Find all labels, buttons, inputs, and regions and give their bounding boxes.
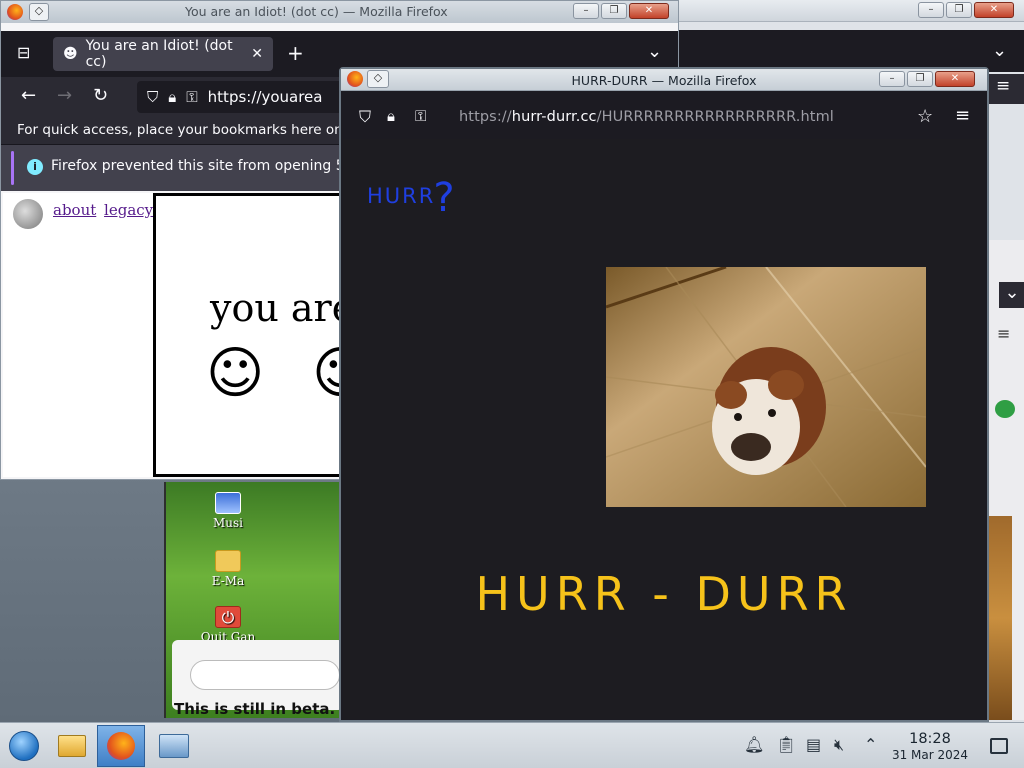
calendar-icon — [995, 400, 1015, 418]
shield-icon[interactable]: ⛉ — [147, 88, 158, 106]
forward-icon[interactable]: → — [57, 85, 72, 106]
bookmarks-hint: For quick access, place your bookmarks h… — [17, 122, 343, 138]
about-link[interactable]: about — [53, 201, 96, 219]
music-icon — [215, 492, 241, 514]
hurr-logo: HURR? — [367, 167, 459, 221]
window-titlebar[interactable]: ◇ HURR-DURR — Mozilla Firefox – ❐ ✕ — [341, 69, 987, 91]
lock-icon[interactable]: 🔒︎ — [387, 107, 395, 125]
tab-title: You are an Idiot! (dot cc) — [85, 38, 233, 70]
taskbar-system-settings[interactable] — [150, 725, 198, 767]
logo-question-mark: ? — [433, 175, 457, 221]
window-titlebar[interactable]: ◇ You are an Idiot! (dot cc) — Mozilla F… — [1, 1, 678, 23]
clipboard-icon[interactable]: 📋︎ — [776, 735, 796, 754]
you-are-text: you are — [210, 286, 355, 330]
minimize-button[interactable]: – — [918, 2, 944, 18]
volume-muted-icon[interactable]: 🔇︎ — [834, 735, 844, 755]
tab-you-are-an-idiot[interactable]: ☻ You are an Idiot! (dot cc) ✕ — [53, 37, 273, 71]
logo-text: HURR — [367, 184, 436, 208]
smiley-icon: ☻ — [63, 46, 78, 62]
minimize-button[interactable]: – — [573, 3, 599, 19]
maximize-button[interactable]: ❐ — [907, 71, 933, 87]
menu-icon[interactable]: ≡ — [997, 324, 1010, 343]
minimize-button[interactable]: – — [879, 71, 905, 87]
firefox-icon — [7, 4, 23, 20]
new-tab-button[interactable]: + — [287, 41, 304, 65]
folder-icon — [58, 735, 86, 757]
window-title: You are an Idiot! (dot cc) — Mozilla Fir… — [185, 4, 448, 19]
taskbar-file-manager[interactable] — [48, 725, 96, 767]
legacy-link[interactable]: legacy — [104, 201, 153, 219]
windows-logo-icon — [9, 731, 39, 761]
chevron-down-icon[interactable]: ⌄ — [999, 282, 1024, 308]
desktop-icon-email[interactable]: E-Ma — [196, 550, 260, 588]
url-text[interactable]: https://youarea — [208, 88, 323, 106]
taskbar-firefox[interactable] — [97, 725, 145, 767]
chevron-down-icon[interactable]: ⌄ — [992, 40, 1007, 61]
reload-icon[interactable]: ↻ — [93, 85, 108, 106]
beta-text: This is still in beta. — [174, 700, 336, 718]
url-host: hurr-durr.cc — [511, 109, 597, 125]
info-icon: i — [27, 159, 43, 175]
maximize-button[interactable]: ❐ — [601, 3, 627, 19]
show-desktop-icon[interactable] — [990, 738, 1008, 754]
firefox-view-icon[interactable]: ⊟ — [17, 43, 30, 62]
dog-nose — [731, 433, 771, 461]
beta-input[interactable] — [190, 660, 340, 690]
navigation-bar: ⛉ 🔒︎ ⚿ https://hurr-durr.cc/HURRRRRRRRRR… — [347, 101, 983, 137]
close-button[interactable]: ✕ — [935, 71, 975, 87]
back-icon[interactable]: ← — [21, 85, 36, 106]
storage-icon[interactable]: ▤ — [806, 735, 821, 754]
url-prefix: https:// — [459, 109, 512, 125]
settings-monitor-icon — [159, 734, 189, 758]
power-icon: ⏻ — [215, 606, 241, 628]
speaker-icon[interactable] — [13, 199, 43, 229]
desktop-icon-music[interactable]: Musi — [196, 492, 260, 530]
notifications-icon[interactable]: 🔔︎ — [744, 735, 764, 754]
bookmark-star-icon[interactable]: ☆ — [917, 106, 933, 127]
shield-icon[interactable]: ⛉ — [359, 107, 371, 127]
chevron-down-icon[interactable]: ⌄ — [647, 41, 662, 62]
close-button[interactable]: ✕ — [629, 3, 669, 19]
url-path: /HURRRRRRRRRRRRRRRRR.html — [596, 109, 834, 125]
background-photo — [988, 516, 1012, 720]
background-window-titlebar[interactable]: – ❐ ✕ — [678, 0, 1024, 22]
start-button[interactable] — [0, 725, 48, 767]
smiley-icon: ☺ — [206, 341, 265, 406]
close-icon[interactable]: ✕ — [251, 46, 263, 62]
desktop-icon-quit[interactable]: ⏻ Quit Gan — [196, 606, 260, 644]
firefox-icon — [107, 732, 135, 760]
lock-icon[interactable]: 🔒︎ — [168, 88, 176, 106]
chevron-up-icon[interactable]: ⌃ — [864, 735, 877, 754]
maximize-button[interactable]: ❐ — [946, 2, 972, 18]
desktop-icon-label: Musi — [212, 516, 243, 530]
notification-text: Firefox prevented this site from opening… — [51, 158, 358, 174]
permissions-icon[interactable]: ⚿ — [186, 88, 197, 106]
menu-icon[interactable]: ≡ — [996, 76, 1010, 96]
background-window-toolbar: ⌄ — [678, 30, 1024, 72]
close-button[interactable]: ✕ — [974, 2, 1014, 18]
url-bar[interactable]: https://hurr-durr.cc/HURRRRRRRRRRRRRRRRR… — [459, 109, 834, 125]
email-icon — [215, 550, 241, 572]
clock-date[interactable]: 31 Mar 2024 — [888, 748, 972, 762]
notification-accent — [11, 151, 14, 185]
page-content: HURR? HURR - DURR — [343, 139, 985, 719]
menu-icon[interactable]: ≡ — [955, 105, 970, 126]
desktop-icon-label: E-Ma — [211, 574, 245, 588]
idiot-popup-frame: you are ☺ ☺ — [153, 193, 370, 477]
firefox-window-hurr-durr[interactable]: ◇ HURR-DURR — Mozilla Firefox – ❐ ✕ ⛉ 🔒︎… — [339, 67, 989, 722]
tracking-protection-icon[interactable]: ⚿ — [415, 107, 426, 125]
clock-time[interactable]: 18:28 — [898, 731, 962, 747]
pin-icon[interactable]: ◇ — [29, 3, 49, 21]
bulldog-video[interactable] — [606, 267, 926, 507]
hurr-durr-banner: HURR - DURR — [475, 567, 853, 621]
taskbar: 🔔︎ 📋︎ ▤ 🔇︎ ⌃ 18:28 31 Mar 2024 — [0, 722, 1024, 768]
